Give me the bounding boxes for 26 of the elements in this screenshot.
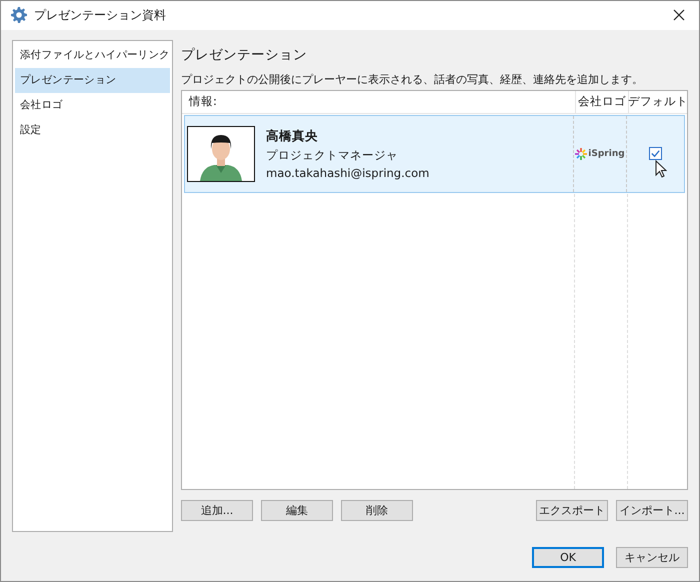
dialog-button[interactable]: 編集 (261, 500, 333, 521)
speaker-email: mao.takahashi@ispring.com (266, 166, 430, 180)
dialog-button[interactable]: 削除 (341, 500, 413, 521)
dialog-button[interactable]: OK (532, 546, 604, 568)
section-description: プロジェクトの公開後にプレーヤーに表示される、話者の写真、経歴、連絡先を追加します。 (181, 72, 644, 88)
default-checkbox[interactable] (649, 147, 662, 160)
company-logo: iSpring (575, 148, 625, 160)
column-header: 会社ロゴ (578, 94, 626, 110)
dialog-button[interactable]: 追加... (181, 500, 253, 521)
column-header: デフォルト (628, 94, 688, 110)
sidebar-item[interactable]: 会社ロゴ (15, 92, 170, 118)
sidebar-item[interactable]: プレゼンテーション (15, 68, 170, 93)
speaker-name: 高橋真央 (266, 128, 319, 145)
sidebar-item[interactable]: 設定 (15, 118, 170, 143)
section-title: プレゼンテーション (181, 46, 308, 65)
window-title: プレゼンテーション資料 (34, 6, 167, 24)
table-row[interactable]: 高橋真央 プロジェクトマネージャ mao.takahashi@ispring.com iSpring (184, 114, 685, 193)
cursor-icon (655, 160, 667, 178)
speaker-role: プロジェクトマネージャ (266, 148, 399, 163)
dialog-button[interactable]: インポート... (616, 500, 688, 521)
sidebar-item[interactable]: 添付ファイルとハイパーリンク (15, 42, 170, 68)
settings-icon (11, 7, 27, 24)
column-header: 情報: (189, 94, 217, 110)
dialog-button[interactable]: キャンセル (616, 546, 688, 568)
close-icon[interactable] (673, 9, 685, 22)
dialog-button[interactable]: エクスポート (536, 500, 608, 521)
